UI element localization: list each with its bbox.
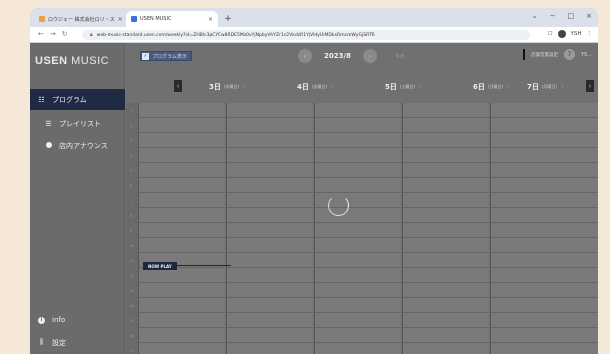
day-column-5[interactable] <box>314 103 401 354</box>
hour-label: 7 <box>130 199 133 203</box>
sidebar-item-label: プレイリスト <box>59 119 101 128</box>
hour-gutter: 1 2 3 4 5 6 7 8 9 10 11 12 13 14 15 16 17 <box>126 103 138 354</box>
checkbox-icon: ✓ <box>142 52 149 60</box>
app-logo: USEN MUSIC <box>35 55 110 67</box>
sidebar-item-label: プログラム <box>52 95 87 104</box>
hour-label: 16 <box>130 334 135 338</box>
sidebar-item-announcement[interactable]: 店内アナウンス <box>30 135 125 156</box>
hour-label: 14 <box>130 304 135 308</box>
tab-title: ロウジェー 株式会社ロリ・ス <box>48 16 115 23</box>
app-header: ✓ プログラム表示 ‹ 2023/8 › 今日 店舗音量設定 ? YS... <box>126 43 598 70</box>
hour-label: 9 <box>130 229 133 233</box>
now-line <box>171 265 231 266</box>
prev-days-button[interactable]: ‹ <box>174 80 182 92</box>
window-controls: ⌄ − □ × <box>532 12 592 20</box>
day-menu-icon[interactable]: ⋮ <box>560 84 565 90</box>
back-icon[interactable]: ← <box>38 30 44 38</box>
sidebar-item-label: 設定 <box>52 338 66 347</box>
help-icon[interactable]: ? <box>564 49 575 60</box>
profile-name: YSH <box>570 31 582 37</box>
url-text: web-music-standard.usen.com/weekly?id=ZH… <box>96 32 375 38</box>
day-column-4[interactable] <box>226 103 313 354</box>
minimize-icon[interactable]: − <box>550 12 556 20</box>
favicon-icon <box>131 16 137 22</box>
hour-label: 4 <box>130 154 133 158</box>
hour-label: 10 <box>130 244 135 248</box>
program-display-label: プログラム表示 <box>152 53 187 60</box>
week-navigation: ‹ 2023/8 › 今日 <box>298 49 405 63</box>
hour-label: 5 <box>130 169 133 173</box>
day-menu-icon[interactable]: ⋮ <box>330 84 335 90</box>
day-header-7: 7日 (月曜日) ⋮ <box>527 83 565 91</box>
hour-label: 6 <box>130 184 133 188</box>
sidebar-item-playlist[interactable]: ☰ プレイリスト <box>30 113 125 134</box>
user-menu[interactable]: YS... <box>581 52 592 58</box>
tab-search-icon[interactable]: ⌄ <box>532 12 538 20</box>
browser-tab-bar: ロウジェー 株式会社ロリ・ス × USEN MUSIC × + ⌄ − □ × <box>30 8 598 27</box>
day-header-4: 4日 (金曜日) ⋮ <box>297 83 335 91</box>
sidebar-item-info[interactable]: i info <box>30 309 125 330</box>
sidebar-item-program[interactable]: ☷ プログラム <box>30 89 125 110</box>
day-header-3: 3日 (木曜日) ⋮ <box>209 83 247 91</box>
hour-label: 13 <box>130 289 135 293</box>
loading-spinner-icon <box>328 195 349 216</box>
playlist-icon: ☰ <box>45 119 52 128</box>
next-week-button[interactable]: › <box>362 49 377 63</box>
url-input[interactable]: 🔒︎ web-music-standard.usen.com/weekly?id… <box>82 30 530 40</box>
sidebar: USEN MUSIC ☷ プログラム ☰ プレイリスト 店内アナウンス i in… <box>30 43 125 354</box>
hour-label: 8 <box>130 214 133 218</box>
new-tab-button[interactable]: + <box>222 11 234 27</box>
maximize-icon[interactable]: □ <box>568 12 575 20</box>
speech-icon <box>44 141 53 150</box>
hour-label: 1 <box>130 109 133 113</box>
day-menu-icon[interactable]: ⋮ <box>242 84 247 90</box>
tab-title: USEN MUSIC <box>140 16 172 22</box>
header-right-tools: 店舗音量設定 ? YS... <box>523 49 592 60</box>
sidebar-item-label: info <box>52 315 66 324</box>
hour-label: 12 <box>130 274 135 278</box>
hour-label: 11 <box>130 259 135 263</box>
current-month-label: 2023/8 <box>324 52 351 60</box>
schedule-grid: 1 2 3 4 5 6 7 8 9 10 11 12 13 14 15 16 17 NOW PLAY <box>126 103 598 354</box>
now-play-marker: NOW PLAY <box>143 262 177 270</box>
close-tab-icon[interactable]: × <box>118 16 123 23</box>
volume-bar-icon <box>523 49 525 60</box>
sidebar-item-label: 店内アナウンス <box>59 141 108 150</box>
sidebar-item-settings[interactable]: ⫼ 設定 <box>30 332 125 353</box>
grid-icon: ☷ <box>38 95 45 104</box>
sidepanel-icon[interactable]: ☐ <box>548 31 553 37</box>
day-column-6[interactable] <box>402 103 489 354</box>
close-window-icon[interactable]: × <box>586 12 592 20</box>
site-info-icon[interactable]: 🔒︎ <box>90 32 93 38</box>
address-bar: ← → ↻ 🔒︎ web-music-standard.usen.com/wee… <box>30 27 598 43</box>
browser-tab-2-active[interactable]: USEN MUSIC × <box>126 11 218 27</box>
volume-settings-label[interactable]: 店舗音量設定 <box>531 52 558 58</box>
profile-avatar-icon[interactable] <box>557 30 566 38</box>
hour-label: 15 <box>130 319 135 323</box>
program-display-toggle[interactable]: ✓ プログラム表示 <box>140 51 192 61</box>
day-header-5: 5日 (土曜日) ⋮ <box>385 83 423 91</box>
info-icon: i <box>37 315 46 324</box>
usen-music-app: USEN MUSIC ☷ プログラム ☰ プレイリスト 店内アナウンス i in… <box>30 43 598 354</box>
hour-label: 2 <box>130 124 133 128</box>
hour-label: 3 <box>130 139 133 143</box>
nav-buttons: ← → ↻ <box>38 30 68 38</box>
reload-icon[interactable]: ↻ <box>62 30 68 38</box>
browser-tab-1[interactable]: ロウジェー 株式会社ロリ・ス × <box>34 11 124 27</box>
today-button[interactable]: 今日 <box>395 53 405 60</box>
browser-toolbar-right: ☐ YSH ⋮ <box>548 30 592 38</box>
browser-menu-icon[interactable]: ⋮ <box>587 31 593 37</box>
day-column-7[interactable] <box>490 103 598 354</box>
browser-window: ロウジェー 株式会社ロリ・ス × USEN MUSIC × + ⌄ − □ × … <box>30 8 598 354</box>
forward-icon[interactable]: → <box>50 30 56 38</box>
day-header-row: ‹ 3日 (木曜日) ⋮ 4日 (金曜日) ⋮ 5日 (土曜日) ⋮ 6日 (日曜日) ⋮ 7日… <box>126 77 598 97</box>
next-days-button[interactable]: › <box>586 80 594 92</box>
hour-label: 17 <box>130 349 135 353</box>
day-column-3[interactable] <box>138 103 225 354</box>
close-tab-icon[interactable]: × <box>208 16 213 23</box>
prev-week-button[interactable]: ‹ <box>298 49 312 63</box>
favicon-icon <box>39 16 45 22</box>
settings-icon: ⫼ <box>39 338 44 346</box>
day-menu-icon[interactable]: ⋮ <box>418 84 423 90</box>
